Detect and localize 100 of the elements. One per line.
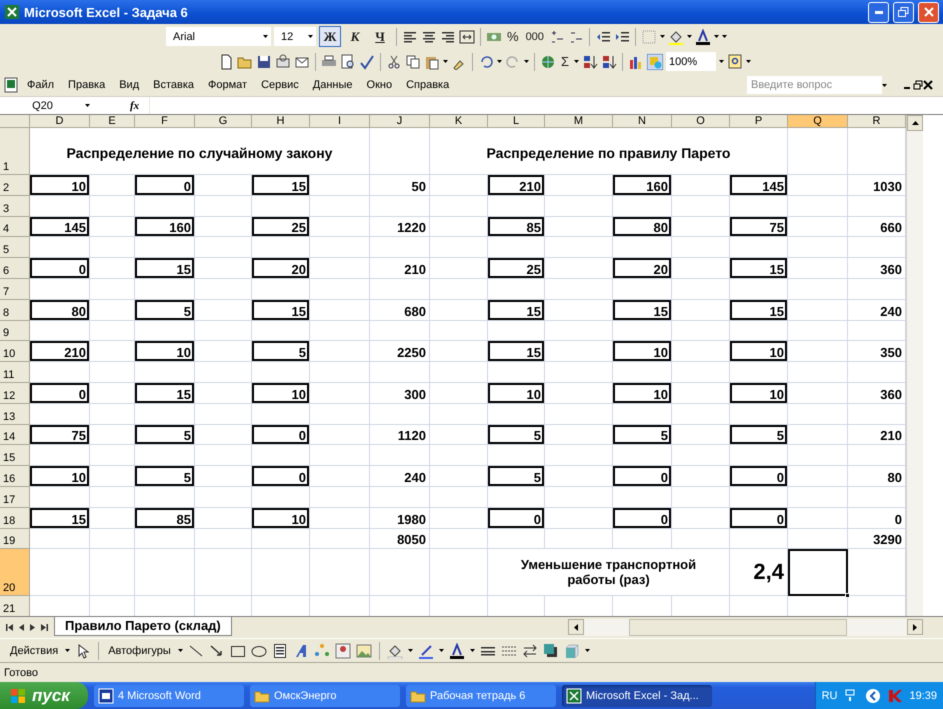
zoom-select[interactable]: 100% [666, 52, 716, 71]
empty-cell[interactable] [195, 382, 252, 404]
caret-icon[interactable] [65, 649, 70, 652]
empty-cell[interactable] [730, 320, 788, 342]
empty-cell[interactable] [195, 445, 252, 466]
first-sheet-icon[interactable] [6, 624, 13, 631]
font-style-button[interactable]: Ж [319, 26, 341, 47]
empty-cell[interactable] [672, 196, 730, 217]
caret-icon[interactable] [574, 60, 580, 63]
row-header[interactable]: 18 [0, 508, 30, 529]
row-header[interactable]: 12 [0, 382, 30, 404]
caret-icon[interactable] [686, 35, 692, 38]
empty-cell[interactable] [613, 320, 672, 342]
empty-cell[interactable] [310, 362, 370, 383]
empty-cell[interactable] [310, 486, 370, 508]
empty-cell[interactable] [788, 404, 848, 425]
empty-cell[interactable] [370, 128, 430, 175]
empty-cell[interactable] [672, 258, 730, 279]
empty-cell[interactable] [430, 362, 488, 383]
row-header[interactable]: 11 [0, 362, 30, 383]
scroll-right-icon[interactable] [913, 624, 917, 630]
caret-icon[interactable] [719, 60, 724, 63]
clip-art-icon[interactable] [334, 642, 351, 658]
empty-cell[interactable] [672, 300, 730, 321]
empty-cell[interactable] [788, 196, 848, 217]
empty-cell[interactable] [90, 362, 135, 383]
empty-cell[interactable] [252, 528, 310, 550]
sheet-tab[interactable]: Правило Парето (склад) [54, 616, 232, 636]
scroll-left-icon[interactable] [574, 624, 578, 630]
font-color-icon[interactable] [694, 28, 711, 44]
caret-icon[interactable] [497, 60, 502, 63]
empty-cell[interactable] [310, 320, 370, 342]
empty-cell[interactable] [90, 237, 135, 258]
empty-cell[interactable] [545, 300, 613, 321]
empty-cell[interactable] [195, 341, 252, 362]
empty-cell[interactable] [310, 258, 370, 279]
empty-cell[interactable] [430, 258, 488, 279]
empty-cell[interactable] [310, 341, 370, 362]
empty-cell[interactable] [90, 216, 135, 238]
empty-cell[interactable] [135, 278, 195, 300]
empty-cell[interactable] [545, 216, 613, 238]
empty-cell[interactable] [310, 300, 370, 321]
row-header[interactable]: 3 [0, 196, 30, 217]
sort-descending-icon[interactable] [601, 54, 618, 70]
empty-cell[interactable] [135, 320, 195, 342]
caret-icon[interactable] [746, 60, 752, 63]
empty-cell[interactable] [430, 216, 488, 238]
row-header[interactable]: 21 [0, 596, 30, 616]
empty-cell[interactable] [488, 528, 545, 550]
menu-item[interactable]: Правка [61, 77, 112, 93]
start-button[interactable]: пуск [0, 682, 88, 709]
empty-cell[interactable] [730, 362, 788, 383]
globe-icon[interactable] [540, 54, 556, 70]
empty-cell[interactable] [488, 320, 545, 342]
empty-cell[interactable] [90, 258, 135, 279]
function-label[interactable]: fx [130, 100, 140, 112]
empty-cell[interactable] [90, 508, 135, 529]
next-sheet-icon[interactable] [30, 624, 35, 631]
empty-cell[interactable] [788, 300, 848, 321]
taskbar-button[interactable]: Рабочая тетрадь 6 [406, 684, 556, 706]
empty-cell[interactable] [488, 278, 545, 300]
caret-icon[interactable] [178, 649, 183, 652]
column-header[interactable]: J [370, 115, 430, 128]
empty-cell[interactable] [730, 486, 788, 508]
line-icon[interactable] [188, 642, 204, 658]
empty-cell[interactable] [545, 237, 613, 258]
empty-cell[interactable] [370, 278, 430, 300]
previous-sheet-icon[interactable] [19, 624, 24, 631]
empty-cell[interactable] [488, 362, 545, 383]
empty-cell[interactable] [195, 549, 252, 596]
empty-cell[interactable] [90, 466, 135, 487]
empty-cell[interactable] [135, 404, 195, 425]
empty-cell[interactable] [545, 404, 613, 425]
empty-cell[interactable] [430, 341, 488, 362]
empty-cell[interactable] [310, 528, 370, 550]
empty-cell[interactable] [310, 196, 370, 217]
row-header[interactable]: 16 [0, 466, 30, 487]
empty-cell[interactable] [788, 216, 848, 238]
empty-cell[interactable] [252, 237, 310, 258]
empty-cell[interactable] [90, 278, 135, 300]
empty-cell[interactable] [788, 508, 848, 529]
empty-cell[interactable] [672, 216, 730, 238]
caret-icon[interactable] [438, 649, 444, 652]
empty-cell[interactable] [613, 445, 672, 466]
empty-cell[interactable] [545, 278, 613, 300]
empty-cell[interactable] [788, 445, 848, 466]
empty-cell[interactable] [195, 196, 252, 217]
column-header[interactable]: L [488, 115, 545, 128]
column-header[interactable]: K [430, 115, 488, 128]
empty-cell[interactable] [545, 341, 613, 362]
empty-cell[interactable] [135, 549, 195, 596]
empty-cell[interactable] [488, 404, 545, 425]
empty-cell[interactable] [672, 320, 730, 342]
empty-cell[interactable] [430, 196, 488, 217]
empty-cell[interactable] [545, 508, 613, 529]
empty-cell[interactable] [310, 466, 370, 487]
empty-cell[interactable] [730, 237, 788, 258]
column-header[interactable]: M [545, 115, 613, 128]
empty-cell[interactable] [195, 258, 252, 279]
empty-cell[interactable] [545, 445, 613, 466]
